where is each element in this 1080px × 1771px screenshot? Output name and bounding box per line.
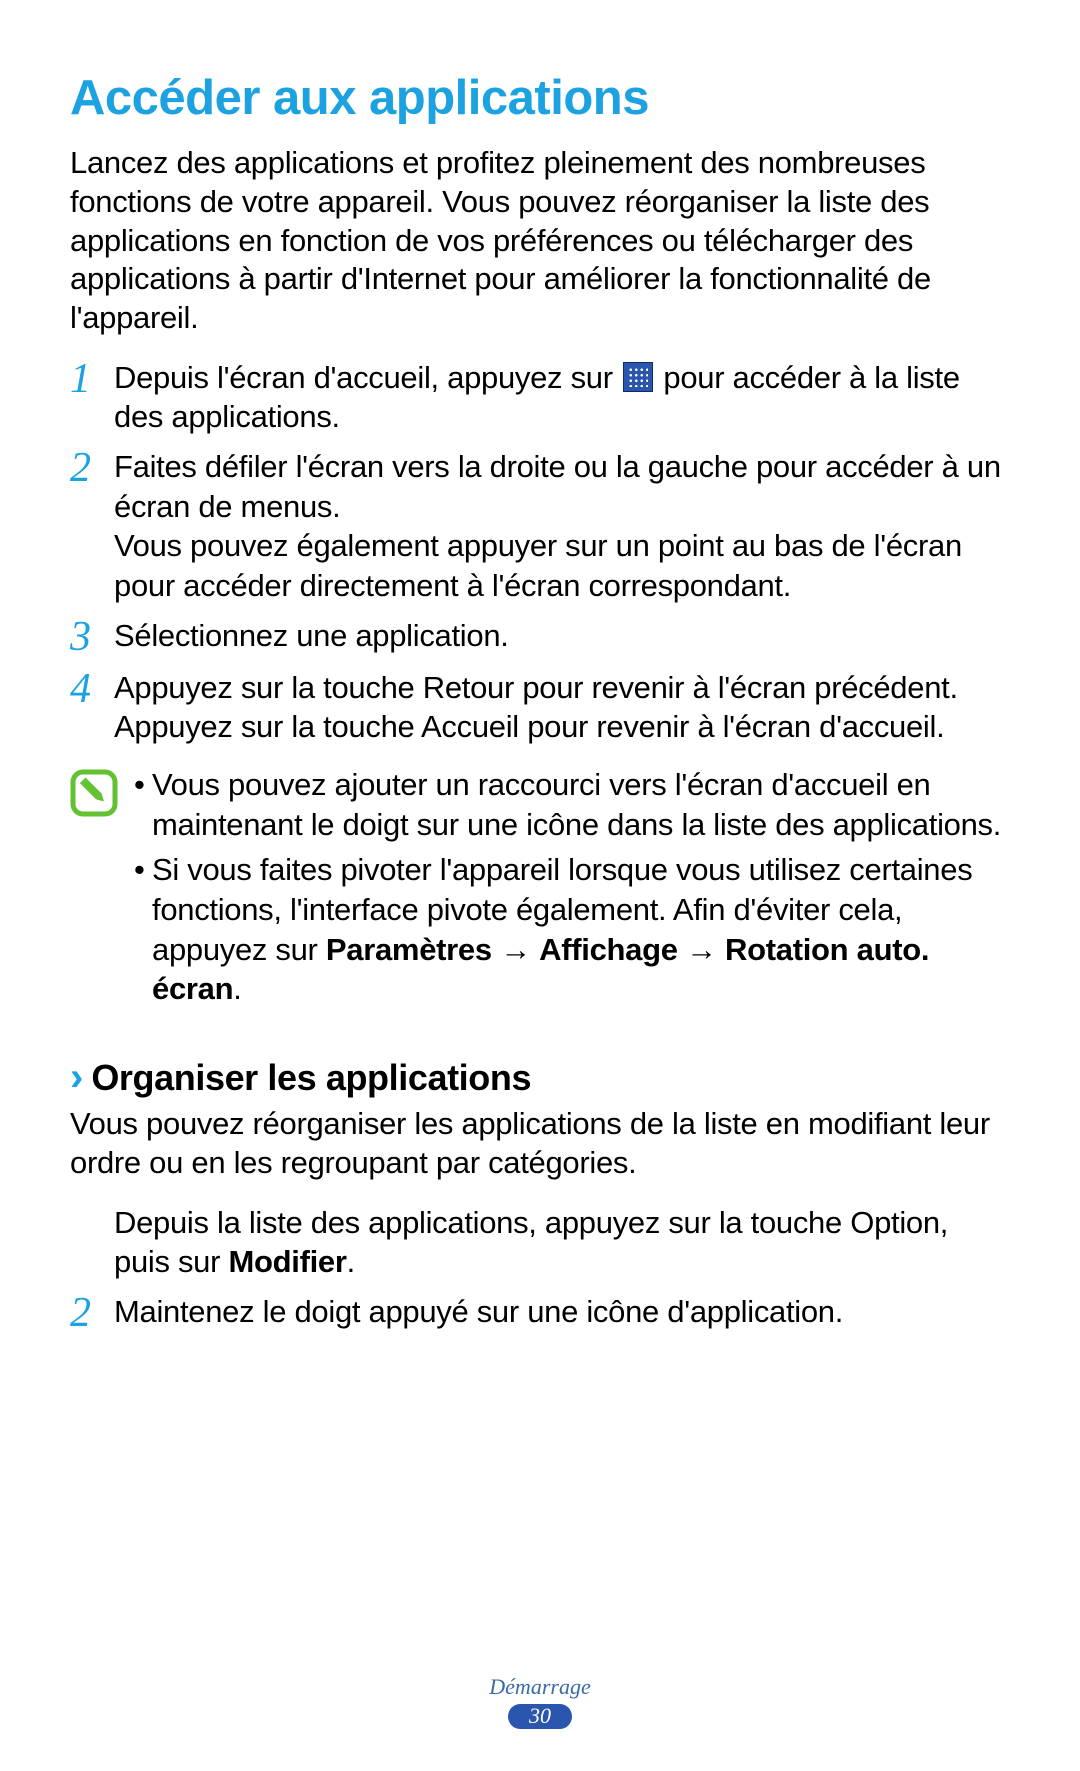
note-list: • Vous pouvez ajouter un raccourci vers … — [134, 765, 1010, 1015]
step-text: Depuis la liste des applications, appuye… — [114, 1203, 1010, 1282]
step-number: 4 — [70, 668, 114, 710]
step-text: Maintenez le doigt appuyé sur une icône … — [114, 1292, 1010, 1332]
step-text: Sélectionnez une application. — [114, 616, 1010, 656]
step-text-pre: Depuis l'écran d'accueil, appuyez sur — [114, 360, 621, 395]
step-number: 2 — [70, 447, 114, 489]
sub-intro-paragraph: Vous pouvez réorganiser les applications… — [70, 1105, 1010, 1183]
subsection-heading: › Organiser les applications — [70, 1057, 1010, 1099]
note-item-1: • Vous pouvez ajouter un raccourci vers … — [134, 765, 1010, 844]
menu-action: Modifier — [228, 1244, 346, 1279]
step-text-line2: Vous pouvez également appuyer sur un poi… — [114, 526, 1010, 605]
step-2: 2 Faites défiler l'écran vers la droite … — [70, 447, 1010, 606]
apps-grid-icon — [623, 362, 653, 392]
manual-page: Accéder aux applications Lancez des appl… — [0, 0, 1080, 1771]
step-text: Appuyez sur la touche Retour pour reveni… — [114, 668, 1010, 747]
menu-path-1: Paramètres — [326, 932, 492, 967]
intro-paragraph: Lancez des applications et profitez plei… — [70, 144, 1010, 338]
note-pencil-icon — [70, 769, 118, 817]
note-text-period: . — [233, 971, 241, 1006]
steps-list-2: Depuis la liste des applications, appuye… — [70, 1203, 1010, 1344]
sub-step-2: 2 Maintenez le doigt appuyé sur une icôn… — [70, 1292, 1010, 1334]
note-box: • Vous pouvez ajouter un raccourci vers … — [70, 765, 1010, 1015]
step-3: 3 Sélectionnez une application. — [70, 616, 1010, 658]
note-text: Si vous faites pivoter l'appareil lorsqu… — [152, 850, 1010, 1009]
menu-path-2: Affichage — [539, 932, 678, 967]
step-text-line1: Faites défiler l'écran vers la droite ou… — [114, 447, 1010, 526]
step-number: 3 — [70, 616, 114, 658]
steps-list-1: 1 Depuis l'écran d'accueil, appuyez sur … — [70, 358, 1010, 757]
arrow-text: → — [678, 932, 725, 967]
note-text: Vous pouvez ajouter un raccourci vers l'… — [152, 765, 1010, 844]
step-text: Faites défiler l'écran vers la droite ou… — [114, 447, 1010, 606]
bullet-icon: • — [134, 765, 152, 844]
arrow-text: → — [492, 932, 539, 967]
step-number: 1 — [70, 358, 114, 400]
step-4: 4 Appuyez sur la touche Retour pour reve… — [70, 668, 1010, 747]
subsection-title: Organiser les applications — [91, 1057, 531, 1099]
section-heading: Accéder aux applications — [70, 70, 1010, 126]
bullet-icon: • — [134, 850, 152, 1009]
step-text-post: . — [347, 1244, 355, 1279]
page-number-badge: 30 — [508, 1704, 572, 1729]
page-footer: Démarrage 30 — [0, 1674, 1080, 1729]
sub-step-1: Depuis la liste des applications, appuye… — [70, 1203, 1010, 1282]
note-item-2: • Si vous faites pivoter l'appareil lors… — [134, 850, 1010, 1009]
chevron-right-icon: › — [70, 1057, 83, 1097]
step-text: Depuis l'écran d'accueil, appuyez sur po… — [114, 358, 1010, 437]
step-1: 1 Depuis l'écran d'accueil, appuyez sur … — [70, 358, 1010, 437]
footer-section-label: Démarrage — [0, 1674, 1080, 1700]
step-number: 2 — [70, 1292, 114, 1334]
